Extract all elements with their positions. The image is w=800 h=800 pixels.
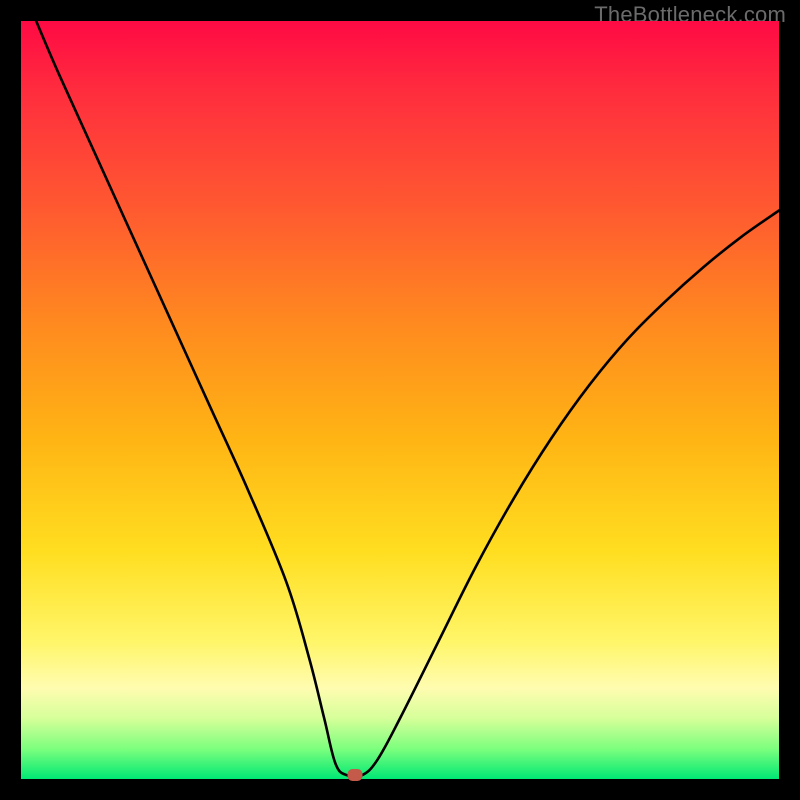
optimal-point-marker: [347, 769, 362, 781]
bottleneck-curve-path: [36, 21, 779, 777]
curve-svg: [21, 21, 779, 779]
chart-frame: TheBottleneck.com: [0, 0, 800, 800]
plot-area: [21, 21, 779, 779]
